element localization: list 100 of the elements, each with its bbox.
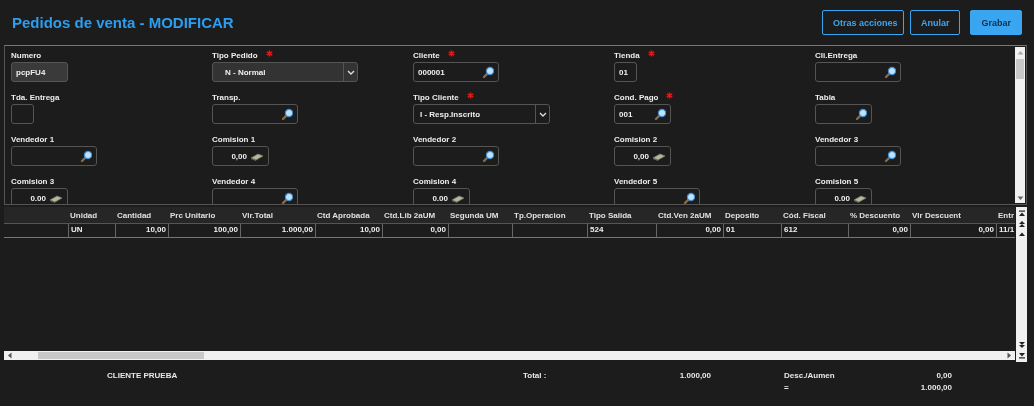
column-header[interactable]: Prc Unitario <box>168 210 240 220</box>
column-header[interactable]: Ctd.Lib 2aUM <box>382 210 448 220</box>
input-field[interactable]: 0,00 <box>212 146 269 166</box>
field-label: Comision 3 <box>11 177 55 187</box>
scroll-top-icon <box>1017 210 1026 218</box>
vertical-scrollbar[interactable] <box>1016 207 1027 362</box>
field-label: Tienda <box>614 51 640 61</box>
scrollbar[interactable] <box>1015 47 1025 203</box>
field-label: Transp. <box>212 93 241 103</box>
field-label: Vendedor 1 <box>11 135 55 145</box>
column-header[interactable]: Cód. Fiscal <box>781 210 848 220</box>
field-label: Vendedor 3 <box>815 135 859 145</box>
table-cell: 0,00 <box>848 224 910 237</box>
field-label: Tabla <box>815 93 836 103</box>
search-icon <box>281 107 293 121</box>
column-header[interactable]: Vlr Descuent <box>910 210 996 220</box>
banknote-icon <box>250 150 264 162</box>
input-field[interactable] <box>815 104 872 124</box>
total-value: 1.000,00 <box>678 371 711 382</box>
page-up-icon <box>1017 220 1026 228</box>
input-field[interactable] <box>212 188 298 204</box>
dropdown[interactable]: I - Resp.Inscrito <box>413 104 550 124</box>
table-cell: UN <box>68 224 115 237</box>
input-field[interactable]: 01 <box>614 62 637 82</box>
column-header[interactable]: Ctd.Ven 2aUM <box>656 210 723 220</box>
scroll-right-icon <box>1007 352 1012 359</box>
banknote-icon <box>853 192 867 204</box>
field-label: Tipo Pedido <box>212 51 258 61</box>
search-icon <box>654 107 666 121</box>
actions-menu-button[interactable]: Otras acciones <box>821 10 904 35</box>
search-icon <box>482 65 494 79</box>
input-field[interactable] <box>413 146 499 166</box>
field-label: Tipo Cliente <box>413 93 459 103</box>
field-label: Tda. Entrega <box>11 93 60 103</box>
table-cell: 1.000,00 <box>240 224 315 237</box>
discount-value: 0,00 <box>935 371 952 382</box>
column-header[interactable]: Tipo Salida <box>587 210 656 220</box>
input-field[interactable] <box>815 62 901 82</box>
input-field[interactable]: 0.00 <box>413 188 470 204</box>
field-label: Comision 2 <box>614 135 658 145</box>
field-label: Vendedor 4 <box>212 177 256 187</box>
table-cell: 10,00 <box>315 224 382 237</box>
input-field[interactable]: 000001 <box>413 62 499 82</box>
discount-label: Desc./Aumen <box>784 371 836 382</box>
column-header[interactable]: Cantidad <box>115 210 168 220</box>
column-header[interactable]: Segunda UM <box>448 210 512 220</box>
column-header[interactable]: % Descuento <box>848 210 910 220</box>
input-field[interactable] <box>815 146 901 166</box>
column-header[interactable]: Entr <box>996 210 1015 220</box>
input-field[interactable]: 0.00 <box>11 188 68 204</box>
scroll-up-icon <box>1016 50 1024 55</box>
column-header[interactable]: Ctd Aprobada <box>315 210 382 220</box>
scroll-up-icon <box>1017 230 1026 238</box>
net-total-value: 1.000,00 <box>919 383 952 394</box>
page-down-icon <box>1017 341 1026 349</box>
table-cell: 524 <box>587 224 656 237</box>
scroll-down-icon <box>1016 196 1024 201</box>
column-header[interactable]: Vlr.Total <box>240 210 315 220</box>
field-label: Vendedor 5 <box>614 177 658 187</box>
field-label: Comision 4 <box>413 177 457 187</box>
cancel-button[interactable]: Anular <box>909 10 961 35</box>
banknote-icon <box>652 150 666 162</box>
search-icon <box>281 191 293 204</box>
table-cell: 0,00 <box>910 224 996 237</box>
table-cell: 612 <box>781 224 848 237</box>
search-icon <box>855 107 867 121</box>
client-name: CLIENTE PRUEBA <box>107 371 179 382</box>
banknote-icon <box>451 192 465 204</box>
input-field[interactable] <box>614 188 700 204</box>
field-label: Vendedor 2 <box>413 135 457 145</box>
scroll-left-icon <box>7 352 12 359</box>
input-field[interactable] <box>11 146 97 166</box>
search-icon <box>80 149 92 163</box>
total-label: Total : <box>523 371 548 382</box>
dropdown[interactable]: N - Normal <box>212 62 358 82</box>
field-label: Comision 5 <box>815 177 859 187</box>
horizontal-scrollbar[interactable] <box>4 351 1015 360</box>
input-field[interactable] <box>212 104 298 124</box>
table-cell: 100,00 <box>168 224 240 237</box>
input-field[interactable]: 0.00 <box>815 188 872 204</box>
table-cell: 10,00 <box>115 224 168 237</box>
field-label: Cliente <box>413 51 440 61</box>
input-field[interactable]: pcpFU4 <box>11 62 68 82</box>
column-header[interactable]: Deposito <box>723 210 781 220</box>
scroll-thumb[interactable] <box>1016 59 1024 79</box>
equals-sign: = <box>784 383 790 394</box>
field-label: Cli.Entrega <box>815 51 858 61</box>
input-field[interactable]: 0,00 <box>614 146 671 166</box>
input-field[interactable]: 001 <box>614 104 671 124</box>
table-cell: 0,00 <box>382 224 448 237</box>
column-header[interactable]: Tp.Operacion <box>512 210 587 220</box>
scroll-thumb[interactable] <box>38 352 204 359</box>
field-label: Comision 1 <box>212 135 256 145</box>
field-label: Cond. Pago <box>614 93 659 103</box>
scroll-bottom-icon <box>1017 351 1026 359</box>
save-button[interactable]: Grabar <box>970 10 1022 35</box>
search-icon <box>683 191 695 204</box>
input-field[interactable] <box>11 104 34 124</box>
search-icon <box>482 149 494 163</box>
column-header[interactable]: Unidad <box>68 210 115 220</box>
